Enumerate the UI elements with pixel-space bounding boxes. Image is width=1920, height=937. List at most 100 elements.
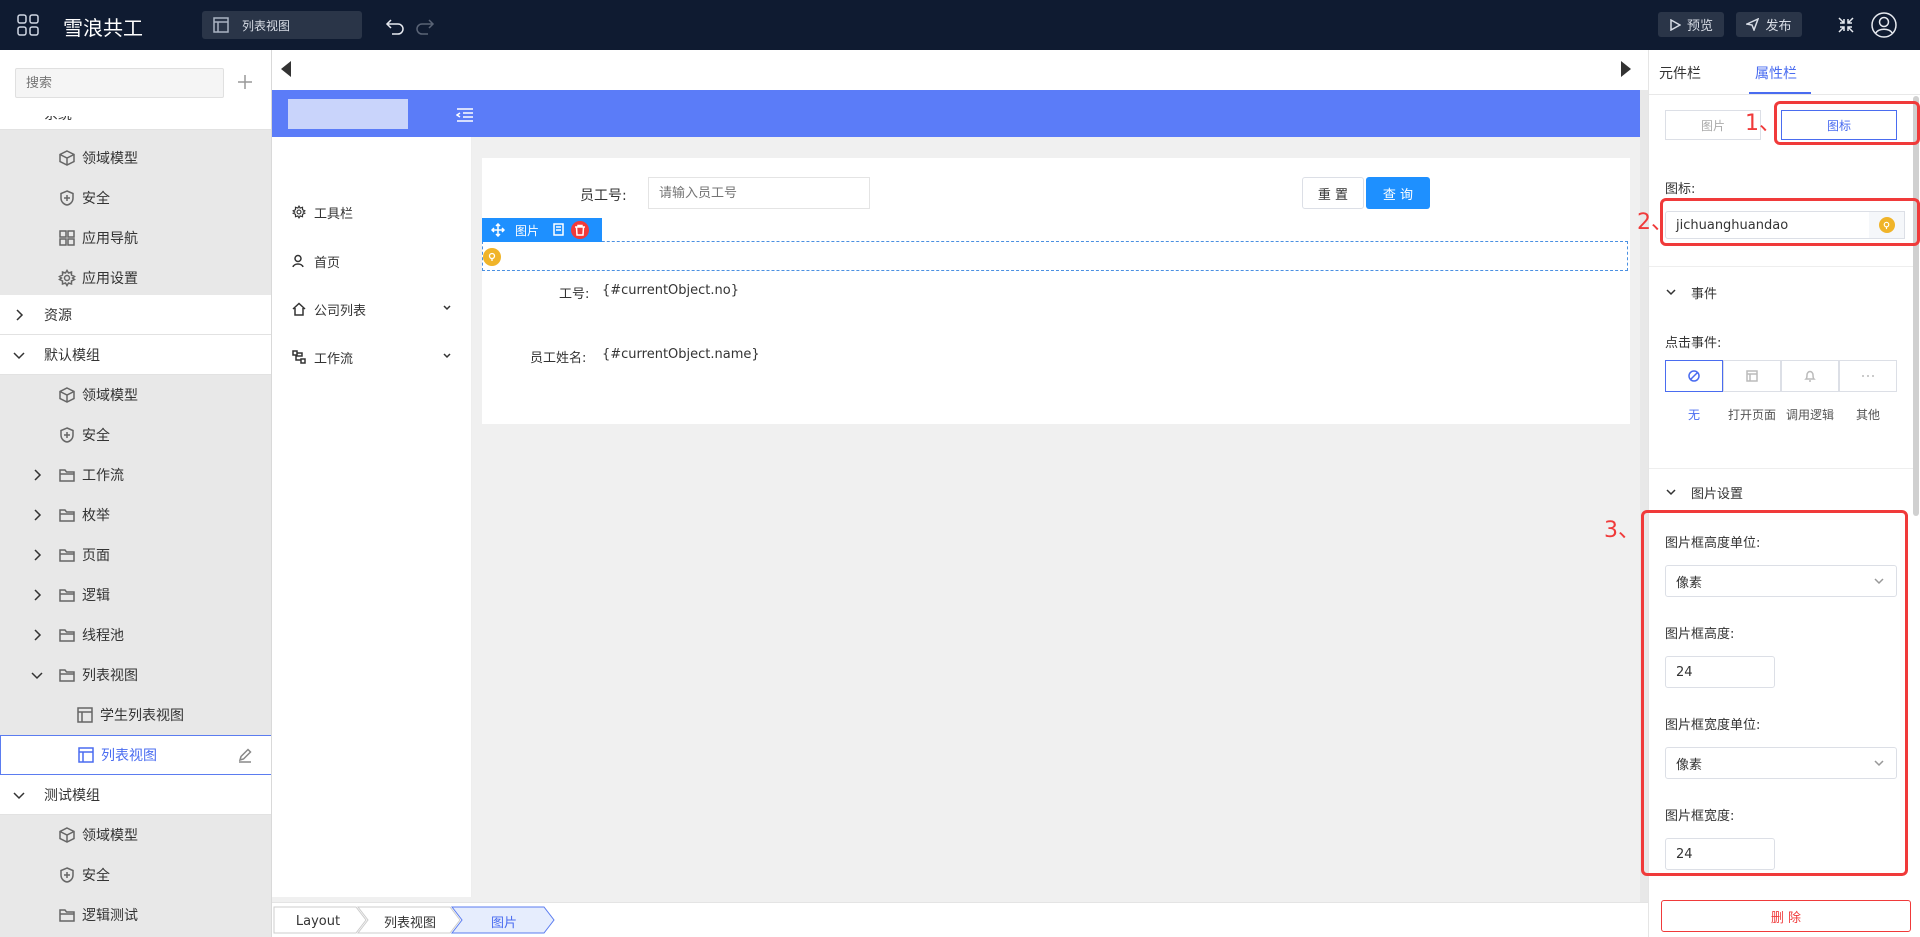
tab-properties[interactable]: 属性栏 [1755, 63, 1797, 83]
design-canvas: 工具栏 首页 公司列表 工作流 员工号: 重 置 查 询 图片 工号: {#cu… [272, 50, 1648, 937]
chevron-down-icon[interactable] [1665, 286, 1677, 298]
user-avatar-icon[interactable] [1870, 11, 1898, 39]
tree-folder-logic[interactable]: 逻辑 [0, 575, 271, 615]
folder-icon [58, 546, 76, 564]
chevron-down-icon[interactable] [1665, 486, 1677, 498]
tree-item-test-security[interactable]: 安全 [0, 855, 271, 895]
event-option-other[interactable] [1839, 360, 1897, 392]
event-option-open-page[interactable] [1723, 360, 1781, 392]
copy-icon[interactable] [551, 223, 565, 237]
tree-item-list-view-active[interactable]: 列表视图 [0, 735, 271, 775]
tree-module-default[interactable]: 默认模组 [0, 335, 271, 375]
emp-no-input[interactable] [648, 177, 870, 209]
shield-icon [58, 426, 76, 444]
no-value: {#currentObject.no} [602, 283, 739, 298]
list-view-icon [77, 746, 95, 764]
event-none-label: 无 [1687, 408, 1700, 422]
gear-icon [292, 205, 306, 219]
query-button[interactable]: 查 询 [1366, 177, 1430, 209]
breadcrumb-list-view[interactable]: 列表视图 [372, 908, 448, 934]
collapse-fullscreen-icon[interactable] [1836, 15, 1856, 35]
panel-scrollbar-thumb[interactable] [1913, 96, 1919, 516]
selected-component-outline[interactable] [482, 241, 1628, 271]
preview-header [272, 90, 1640, 137]
chevron-right-icon [30, 628, 44, 642]
event-option-call-logic[interactable] [1781, 360, 1839, 392]
edit-icon[interactable] [237, 747, 253, 763]
tree-item-default-security[interactable]: 安全 [0, 415, 271, 455]
annotation-label-3: 3、 [1604, 518, 1640, 543]
nav-item-workflow[interactable]: 工作流 [292, 345, 353, 369]
reset-button[interactable]: 重 置 [1302, 177, 1364, 209]
add-icon[interactable] [236, 73, 254, 91]
view-tab[interactable]: 列表视图 [202, 11, 362, 39]
events-section-title[interactable]: 事件 [1691, 283, 1717, 302]
tree-item-app-settings[interactable]: 应用设置 [0, 258, 271, 298]
tab-divider [1649, 94, 1920, 95]
ban-icon [1688, 370, 1700, 382]
cube-icon [58, 826, 76, 844]
bulb-icon [483, 248, 501, 266]
event-option-none[interactable] [1665, 360, 1723, 392]
component-label: 图片 [515, 223, 540, 238]
annotation-label-2: 2、 [1637, 210, 1673, 235]
view-tab-label: 列表视图 [242, 18, 291, 33]
top-bar: 雪浪共工 列表视图 预览 发布 [0, 0, 1920, 50]
preview-button[interactable]: 预览 [1658, 12, 1724, 37]
tree-item-system-domain[interactable]: 领域模型 [0, 138, 271, 178]
user-icon [292, 254, 306, 268]
name-value: {#currentObject.name} [602, 347, 760, 362]
scroll-left-arrow[interactable] [280, 60, 292, 78]
apps-grid-icon[interactable] [14, 11, 42, 39]
tree-module-test[interactable]: 测试模组 [0, 775, 271, 815]
cube-icon [58, 386, 76, 404]
canvas-top-bar [272, 50, 1648, 90]
tree-item-test-domain[interactable]: 领域模型 [0, 815, 271, 855]
chevron-right-icon [30, 588, 44, 602]
tree-folder-logic-test[interactable]: 逻辑测试 [0, 895, 271, 935]
tree-folder-workflow[interactable]: 工作流 [0, 455, 271, 495]
annotation-box-2 [1660, 198, 1920, 246]
menu-fold-icon[interactable] [456, 107, 474, 123]
delete-component-button[interactable]: 删 除 [1661, 900, 1911, 932]
redo-icon[interactable] [414, 14, 436, 36]
tab-components[interactable]: 元件栏 [1659, 63, 1701, 83]
tree-item-app-nav[interactable]: 应用导航 [0, 218, 271, 258]
publish-button[interactable]: 发布 [1736, 12, 1802, 37]
event-call-logic-label: 调用逻辑 [1785, 408, 1834, 422]
folder-icon [58, 466, 76, 484]
chevron-right-icon [12, 308, 26, 322]
tree-module-resources[interactable]: 资源 [0, 295, 271, 335]
breadcrumb-image[interactable]: 图片 [466, 908, 542, 934]
grid-icon [58, 229, 76, 247]
tree-item-system-security[interactable]: 安全 [0, 178, 271, 218]
list-view-icon [76, 706, 94, 724]
tree-folder-page[interactable]: 页面 [0, 535, 271, 575]
search-input[interactable] [15, 68, 224, 98]
chevron-down-icon [12, 348, 26, 362]
nav-item-toolbar[interactable]: 工具栏 [292, 200, 353, 224]
click-event-label: 点击事件: [1665, 336, 1722, 351]
move-icon[interactable] [491, 223, 505, 237]
component-toolbar: 图片 [482, 218, 602, 242]
tree-folder-enum[interactable]: 枚举 [0, 495, 271, 535]
image-settings-title[interactable]: 图片设置 [1691, 483, 1743, 502]
nav-item-home[interactable]: 首页 [292, 249, 340, 273]
chevron-down-icon [442, 303, 452, 313]
bell-icon [1804, 370, 1816, 382]
scroll-right-arrow[interactable] [1620, 60, 1632, 78]
delete-icon[interactable] [571, 221, 590, 239]
shield-icon [58, 866, 76, 884]
nav-item-company-list[interactable]: 公司列表 [292, 297, 366, 321]
page-icon [1746, 370, 1758, 382]
tree-module-system[interactable]: 系统 [0, 116, 271, 130]
tree-item-student-list-view[interactable]: 学生列表视图 [0, 695, 271, 735]
breadcrumb-layout[interactable]: Layout [282, 908, 354, 934]
tree-folder-listview[interactable]: 列表视图 [0, 655, 271, 695]
undo-icon[interactable] [384, 14, 406, 36]
annotation-label-1: 1、 [1745, 111, 1781, 136]
chevron-right-icon [30, 468, 44, 482]
folder-icon [58, 586, 76, 604]
tree-item-default-domain[interactable]: 领域模型 [0, 375, 271, 415]
tree-folder-threadpool[interactable]: 线程池 [0, 615, 271, 655]
